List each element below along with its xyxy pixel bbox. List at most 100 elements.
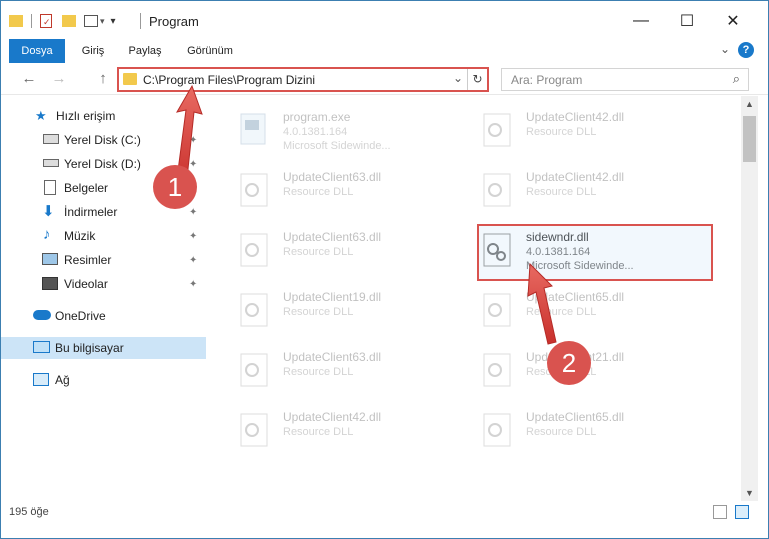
file-item-dll[interactable]: UpdateClient42.dll Resource DLL [480,166,720,218]
chevron-down-icon[interactable]: ⌄ [453,71,463,85]
file-description: Microsoft Sidewinde... [283,140,391,152]
file-name: UpdateClient42.dll [283,410,382,424]
file-item-dll[interactable]: UpdateClient65.dll Resource DLL [480,406,720,458]
file-name: program.exe [283,110,351,124]
properties-icon[interactable]: ✓ [40,14,52,28]
file-item-dll[interactable]: UpdateClient42.dll Resource DLL [480,106,720,158]
file-item-dll[interactable]: UpdateClient63.dll Resource DLL [237,346,477,398]
pin-icon[interactable]: ✦ [189,135,197,146]
sidebar-item-label: Yerel Disk (C:) [64,133,141,147]
sidebar-item-this-pc[interactable]: Bu bilgisayar [1,337,206,359]
ribbon: Dosya Giriş Paylaş Görünüm ⌄ ? [1,39,768,91]
dll-file-icon [483,293,511,327]
file-list: program.exe 4.0.1381.164 Microsoft Sidew… [207,96,741,501]
file-name: UpdateClient65.dll [526,410,625,424]
maximize-button[interactable]: ☐ [664,9,710,33]
sidebar-item-videos[interactable]: Videolar ✦ [1,273,206,295]
sidebar-item-network[interactable]: Ağ [1,369,206,391]
large-icons-view-button[interactable] [735,505,749,519]
file-description: Resource DLL [283,186,354,198]
file-name: UpdateClient42.dll [526,170,625,184]
video-icon [42,277,58,290]
tab-view[interactable]: Görünüm [179,39,241,63]
sidebar-item-label: Yerel Disk (D:) [64,157,141,171]
forward-button[interactable]: → [49,69,69,89]
search-input[interactable]: Ara: Program ⌕ [501,68,749,91]
file-item-dll[interactable]: UpdateClient63.dll Resource DLL [237,226,477,278]
file-name: UpdateClient63.dll [283,170,382,184]
dll-file-icon [240,413,268,447]
scroll-down-button[interactable]: ▼ [741,485,758,501]
close-button[interactable]: ✕ [710,9,756,33]
sidebar-item-label: Hızlı erişim [56,109,116,123]
item-count: 195 öğe [9,506,49,518]
vertical-scrollbar[interactable]: ▲ ▼ [741,96,758,501]
sidebar-item-onedrive[interactable]: OneDrive [1,305,206,327]
pin-icon[interactable]: ✦ [189,159,197,170]
scroll-thumb[interactable] [743,116,756,162]
drive-icon [43,159,59,167]
file-description: Resource DLL [526,306,597,318]
status-bar: 195 öğe [1,501,768,538]
details-view-button[interactable] [713,505,727,519]
file-item-program-exe[interactable]: program.exe 4.0.1381.164 Microsoft Sidew… [237,106,477,158]
chevron-down-icon[interactable]: ⌄ [720,42,730,56]
computer-icon [33,341,50,353]
sidebar-item-music[interactable]: ♪ Müzik ✦ [1,225,206,247]
file-description: Resource DLL [526,186,597,198]
drive-icon [43,134,59,144]
folder-icon[interactable] [9,15,23,27]
new-folder-icon[interactable] [62,15,76,27]
sidebar-item-label: Resimler [64,253,112,267]
address-path[interactable]: C:\Program Files\Program Dizini [143,73,315,87]
file-name: UpdateClient63.dll [283,350,382,364]
tab-home[interactable]: Giriş [73,39,113,63]
sidebar-item-label: Videolar [64,277,108,291]
help-icon[interactable]: ? [738,42,754,58]
back-button[interactable]: ← [19,69,39,89]
file-item-dll[interactable]: UpdateClient63.dll Resource DLL [237,166,477,218]
pin-icon[interactable]: ✦ [189,255,197,266]
file-item-dll[interactable]: UpdateClient65.dll Resource DLL [480,286,720,338]
star-icon: ★ [35,108,47,123]
dll-file-icon [240,173,268,207]
customize-toolbar-icon[interactable]: ▾ [111,16,116,27]
navigation-bar: ← → ↑ C:\Program Files\Program Dizini ⌄ … [1,63,768,95]
sidebar-item-label: Müzik [64,229,96,243]
file-item-dll[interactable]: UpdateClient21.dll Resource DLL [480,346,720,398]
network-icon [33,373,49,386]
refresh-button[interactable]: ↻ [467,69,487,90]
exe-file-icon [240,113,266,145]
scroll-up-button[interactable]: ▲ [741,96,758,112]
file-description: Resource DLL [283,426,354,438]
up-button[interactable]: ↑ [93,69,113,89]
file-item-dll[interactable]: UpdateClient19.dll Resource DLL [237,286,477,338]
sidebar-item-quick-access[interactable]: ★ Hızlı erişim [1,105,206,127]
step-2-badge: 2 [547,341,591,385]
tab-share[interactable]: Paylaş [123,39,167,63]
minimize-button[interactable]: — [618,9,664,33]
dll-file-icon [483,353,511,387]
title-bar: ✓ ▾ ▾ Program — ☐ ✕ [1,1,768,39]
documents-icon [44,180,56,195]
file-item-dll[interactable]: UpdateClient42.dll Resource DLL [237,406,477,458]
file-name: UpdateClient19.dll [283,290,382,304]
file-version: 4.0.1381.164 [283,126,348,138]
folder-icon [123,73,137,85]
sidebar-item-label: Belgeler [64,181,109,195]
sidebar-item-local-disk-c[interactable]: Yerel Disk (C:) ✦ [1,129,206,151]
sidebar-item-pictures[interactable]: Resimler ✦ [1,249,206,271]
pin-icon[interactable]: ✦ [189,231,197,242]
view-options-icon[interactable] [84,15,98,27]
file-description: Resource DLL [283,246,354,258]
dll-file-icon [483,173,511,207]
pin-icon[interactable]: ✦ [189,207,197,218]
navigation-pane: ★ Hızlı erişim Yerel Disk (C:) ✦ Yerel D… [1,96,206,501]
quick-access-toolbar: ✓ ▾ ▾ [9,11,116,31]
address-bar[interactable]: C:\Program Files\Program Dizini ⌄ ↻ [117,67,489,92]
search-icon: ⌕ [732,71,740,86]
chevron-down-icon[interactable]: ▾ [100,16,105,27]
file-name: UpdateClient65.dll [526,290,625,304]
explorer-window: ✓ ▾ ▾ Program — ☐ ✕ Dosya Giriş Paylaş G… [0,0,769,539]
pin-icon[interactable]: ✦ [189,279,197,290]
